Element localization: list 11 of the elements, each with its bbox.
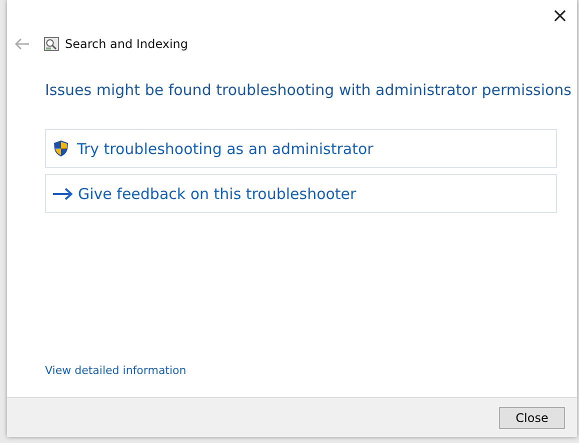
back-arrow-icon[interactable] — [15, 38, 29, 50]
window-title: Search and Indexing — [65, 37, 188, 51]
shield-icon — [53, 140, 69, 157]
close-button[interactable]: × — [545, 0, 575, 30]
close-dialog-button[interactable]: Close — [499, 406, 565, 428]
details-link[interactable]: View detailed information — [45, 364, 186, 377]
feedback-link[interactable]: Give feedback on this troubleshooter — [45, 174, 557, 213]
arrow-icon — [53, 188, 73, 200]
app-icon — [44, 37, 59, 51]
admin-troubleshoot-link[interactable]: Try troubleshooting as an administrator — [45, 129, 557, 168]
heading: Issues might be found troubleshooting with administrator permissions — [45, 81, 572, 99]
